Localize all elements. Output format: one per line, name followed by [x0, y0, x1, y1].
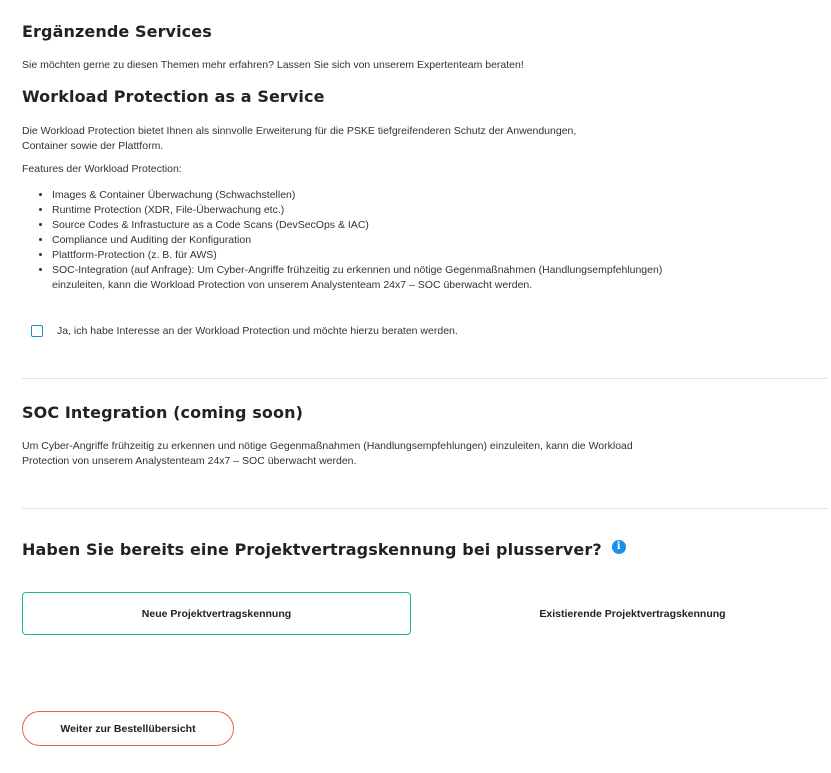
workload-description: Die Workload Protection bietet Ihnen als…	[22, 125, 577, 152]
existing-project-id-option[interactable]: Existierende Projektvertragskennung	[438, 592, 827, 635]
list-item: Runtime Protection (XDR, File-Überwachun…	[52, 203, 692, 218]
info-icon[interactable]: i	[611, 539, 626, 554]
workload-interest-checkbox[interactable]	[31, 325, 43, 337]
features-label: Features der Workload Protection:	[22, 163, 182, 175]
project-question-title: Haben Sie bereits eine Projektvertragske…	[22, 539, 626, 559]
section-divider	[22, 508, 828, 509]
list-item: Compliance und Auditing der Konfiguratio…	[52, 233, 692, 248]
list-item: Images & Container Überwachung (Schwachs…	[52, 188, 692, 203]
list-item: SOC-Integration (auf Anfrage): Um Cyber-…	[52, 263, 692, 293]
features-list: Images & Container Überwachung (Schwachs…	[22, 188, 692, 293]
workload-title: Workload Protection as a Service	[22, 87, 325, 106]
section-divider	[22, 378, 828, 379]
soc-title: SOC Integration (coming soon)	[22, 403, 303, 422]
continue-to-order-summary-button[interactable]: Weiter zur Bestellübersicht	[22, 711, 234, 746]
list-item: Plattform-Protection (z. B. für AWS)	[52, 248, 692, 263]
workload-interest-label[interactable]: Ja, ich habe Interesse an der Workload P…	[57, 325, 458, 337]
new-project-id-option[interactable]: Neue Projektvertragskennung	[22, 592, 411, 635]
services-title: Ergänzende Services	[22, 22, 212, 41]
project-question-text: Haben Sie bereits eine Projektvertragske…	[22, 540, 602, 559]
list-item: Source Codes & Infrastucture as a Code S…	[52, 218, 692, 233]
workload-interest-row[interactable]: Ja, ich habe Interesse an der Workload P…	[31, 325, 458, 337]
services-intro: Sie möchten gerne zu diesen Themen mehr …	[22, 59, 524, 71]
soc-description: Um Cyber-Angriffe frühzeitig zu erkennen…	[22, 440, 633, 467]
